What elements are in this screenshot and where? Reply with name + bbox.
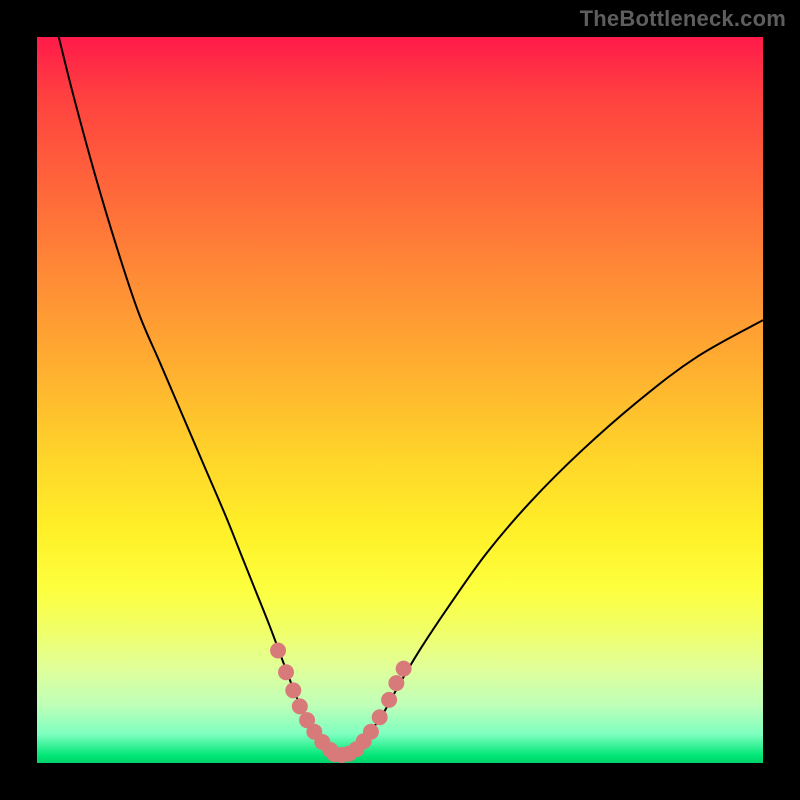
chart-gradient-area bbox=[37, 37, 763, 763]
watermark-text: TheBottleneck.com bbox=[580, 6, 786, 32]
